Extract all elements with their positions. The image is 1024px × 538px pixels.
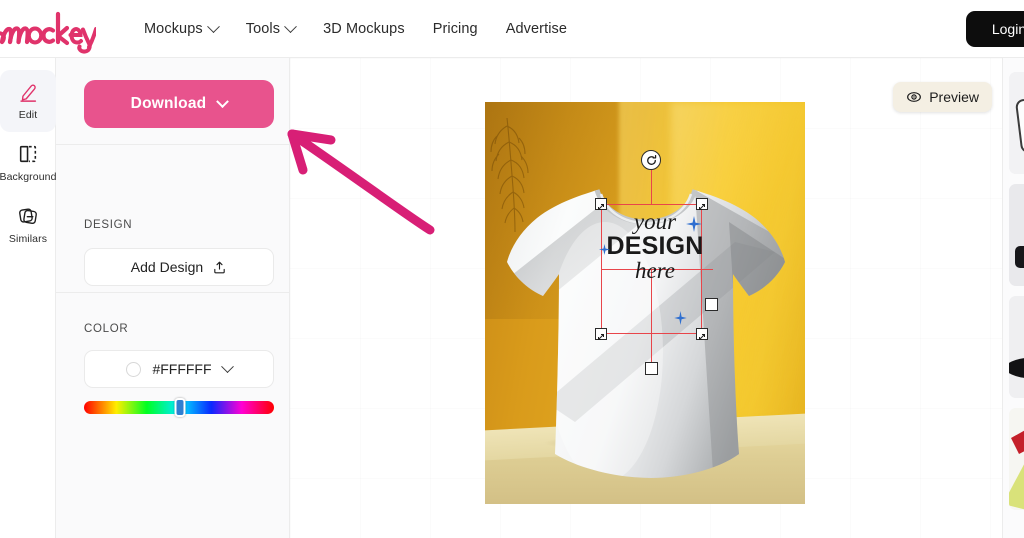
preview-button[interactable]: Preview <box>893 82 992 112</box>
resize-handle-bottom-left[interactable] <box>595 328 607 340</box>
logo-wordmark-icon <box>0 11 96 54</box>
chevron-down-icon <box>206 19 220 33</box>
mockup-canvas[interactable]: Preview your DESIGN here <box>290 58 1002 538</box>
login-label: Login <box>991 21 1024 37</box>
nav-item-pricing[interactable]: Pricing <box>419 0 492 58</box>
sidebar-item-label: Similars <box>8 233 48 245</box>
chevron-down-icon <box>284 19 297 33</box>
similars-icon <box>19 208 37 224</box>
sparkle-icon <box>674 311 687 325</box>
color-swatch <box>126 361 142 377</box>
nav-label: Mockups <box>144 21 203 37</box>
hue-slider-thumb[interactable] <box>174 398 186 417</box>
template-thumbnail[interactable] <box>1009 408 1024 510</box>
resize-handle-bottom-center[interactable] <box>645 362 658 375</box>
rotate-handle[interactable] <box>641 150 661 170</box>
sidebar-item-label: Edit <box>18 109 38 121</box>
chevron-down-icon <box>220 359 234 373</box>
sparkle-icon <box>599 244 610 255</box>
nav-item-advertise[interactable]: Advertise <box>492 0 581 58</box>
template-thumbnail[interactable] <box>1009 296 1024 398</box>
eye-icon <box>907 92 922 102</box>
color-value-dropdown[interactable]: #FFFFFF <box>84 350 274 388</box>
background-icon <box>19 145 37 163</box>
mockey-logo[interactable] <box>0 4 96 54</box>
nav-item-3d-mockups[interactable]: 3D Mockups <box>309 0 419 58</box>
right-templates-panel[interactable] <box>1002 58 1024 538</box>
template-thumbnail[interactable] <box>1009 184 1024 286</box>
thumbnail-image <box>1009 296 1024 398</box>
sparkle-icon <box>686 216 702 232</box>
resize-diagonal-icon <box>598 334 604 340</box>
site-header: Mockups Tools 3D Mockups Pricing Adverti… <box>0 0 1024 58</box>
rotate-icon <box>646 154 656 165</box>
design-section-label: DESIGN <box>84 219 133 231</box>
resize-diagonal-icon <box>699 204 705 210</box>
nav-item-mockups[interactable]: Mockups <box>130 0 232 58</box>
thumbnail-image <box>1009 184 1024 286</box>
nav-label: Tools <box>245 21 281 37</box>
resize-diagonal-icon <box>699 334 705 340</box>
resize-handle-top-right[interactable] <box>696 198 708 210</box>
panel-divider <box>56 292 290 293</box>
sidebar-item-edit[interactable]: Edit <box>0 70 56 132</box>
nav-label: 3D Mockups <box>323 21 405 37</box>
login-button[interactable]: Login <box>966 11 1024 47</box>
sidebar-item-background[interactable]: Background <box>0 132 56 194</box>
left-properties-panel: Download DESIGN Add Design COLOR #FFFFFF <box>56 58 290 538</box>
resize-handle-middle-right[interactable] <box>705 298 718 311</box>
thumbnail-image <box>1009 72 1024 174</box>
panel-divider <box>56 144 290 145</box>
hue-slider[interactable] <box>84 398 274 417</box>
color-value-label: #FFFFFF <box>152 361 212 377</box>
add-design-label: Add Design <box>130 259 204 275</box>
resize-handle-bottom-right[interactable] <box>696 328 708 340</box>
chevron-down-icon <box>216 94 230 108</box>
nav-label: Advertise <box>505 21 568 37</box>
resize-handle-top-left[interactable] <box>595 198 607 210</box>
sidebar-item-similars[interactable]: Similars <box>0 194 56 256</box>
nav-label: Pricing <box>432 21 478 37</box>
download-button[interactable]: Download <box>84 80 274 128</box>
thumbnail-image <box>1009 408 1024 510</box>
sidebar-item-label: Background <box>0 171 57 183</box>
resize-diagonal-icon <box>598 204 604 210</box>
left-tool-rail: Edit Background Similars <box>0 58 56 538</box>
main-nav: Mockups Tools 3D Mockups Pricing Adverti… <box>130 0 581 58</box>
download-label: Download <box>130 95 207 112</box>
mockey-editor-app: Mockups Tools 3D Mockups Pricing Adverti… <box>0 0 1024 538</box>
color-section-label: COLOR <box>84 323 129 335</box>
nav-item-tools[interactable]: Tools <box>232 0 309 58</box>
preview-label: Preview <box>929 89 979 105</box>
template-thumbnail[interactable] <box>1009 72 1024 174</box>
upload-icon <box>214 261 225 273</box>
add-design-button[interactable]: Add Design <box>84 248 274 286</box>
pencil-icon <box>20 84 37 102</box>
